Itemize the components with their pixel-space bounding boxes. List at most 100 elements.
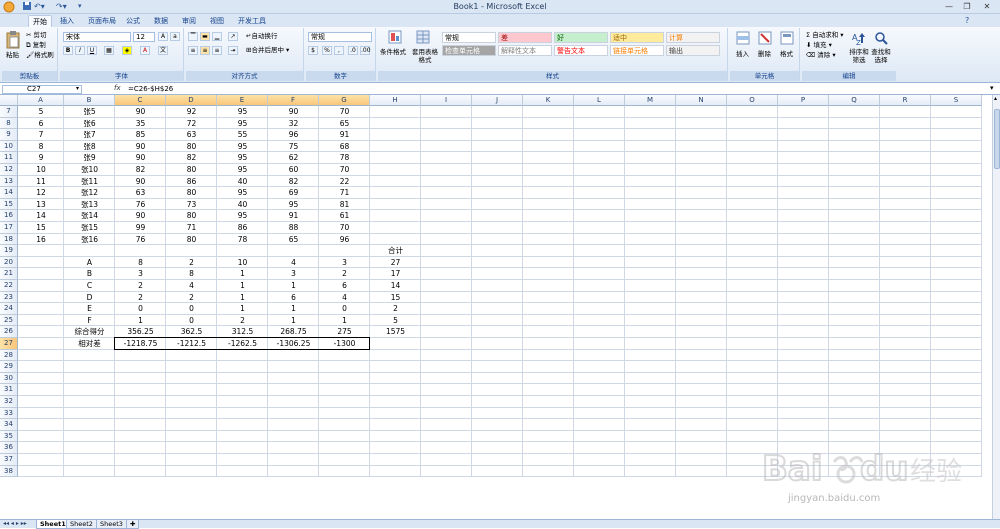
cell-E18[interactable]: 78	[217, 234, 268, 246]
cell-B12[interactable]: 张10	[64, 164, 115, 176]
cell-C8[interactable]: 35	[115, 118, 166, 130]
cell-G24[interactable]: 0	[319, 303, 370, 315]
fill-color-icon[interactable]: ◈	[122, 46, 132, 55]
row-header-16[interactable]: 16	[0, 210, 18, 222]
cell-B27[interactable]: 相对差	[64, 338, 115, 350]
cell-A8[interactable]: 6	[18, 118, 64, 130]
cell-F11[interactable]: 62	[268, 152, 319, 164]
column-header-M[interactable]: M	[625, 95, 676, 106]
cell-E15[interactable]: 40	[217, 199, 268, 211]
cell-F15[interactable]: 95	[268, 199, 319, 211]
cell-C11[interactable]: 90	[115, 152, 166, 164]
select-all-corner[interactable]	[0, 95, 18, 106]
cell-B26[interactable]: 综合得分	[64, 326, 115, 338]
increase-decimal-icon[interactable]: .0	[348, 46, 358, 55]
row-header-18[interactable]: 18	[0, 233, 18, 246]
cell-H22[interactable]: 14	[370, 280, 421, 292]
conditional-format-icon[interactable]	[388, 30, 402, 44]
align-right-icon[interactable]: ≡	[212, 46, 222, 55]
cell-A12[interactable]: 10	[18, 164, 64, 176]
cell-G7[interactable]: 70	[319, 106, 370, 118]
cell-D7[interactable]: 92	[166, 106, 217, 118]
align-center-icon[interactable]: ≡	[200, 46, 210, 55]
cell-C21[interactable]: 3	[115, 268, 166, 280]
column-header-L[interactable]: L	[574, 95, 625, 106]
cell-A10[interactable]: 8	[18, 141, 64, 153]
row-header-27[interactable]: 27	[0, 338, 18, 350]
cell-B13[interactable]: 张11	[64, 176, 115, 188]
row-header-19[interactable]: 19	[0, 245, 18, 257]
cell-G12[interactable]: 70	[319, 164, 370, 176]
row-header-8[interactable]: 8	[0, 117, 18, 130]
cell-F14[interactable]: 69	[268, 187, 319, 199]
row-header-36[interactable]: 36	[0, 442, 18, 454]
cell-B9[interactable]: 张7	[64, 129, 115, 141]
paste-icon[interactable]	[6, 31, 20, 49]
cell-C15[interactable]: 76	[115, 199, 166, 211]
row-header-23[interactable]: 23	[0, 291, 18, 304]
find-select-button[interactable]: 查找和选择	[870, 48, 892, 64]
cell-E12[interactable]: 95	[217, 164, 268, 176]
autosum-button[interactable]: Σ 自动求和 ▾	[806, 31, 844, 39]
bold-icon[interactable]: B	[63, 46, 73, 55]
row-header-38[interactable]: 38	[0, 465, 18, 478]
cell-B14[interactable]: 张12	[64, 187, 115, 199]
cell-style-8[interactable]: 链接单元格	[610, 45, 664, 56]
cell-E11[interactable]: 95	[217, 152, 268, 164]
cell-D14[interactable]: 80	[166, 187, 217, 199]
cell-B20[interactable]: A	[64, 257, 115, 269]
cell-G9[interactable]: 91	[319, 129, 370, 141]
cell-F22[interactable]: 1	[268, 280, 319, 292]
cell-C9[interactable]: 85	[115, 129, 166, 141]
row-header-29[interactable]: 29	[0, 361, 18, 373]
tab-insert[interactable]: 插入	[56, 15, 78, 27]
paste-button[interactable]: 粘贴	[6, 51, 19, 59]
cell-E21[interactable]: 1	[217, 268, 268, 280]
format-painter-button[interactable]: 🖌格式刷	[26, 51, 54, 59]
insert-function-icon[interactable]: fx	[114, 84, 121, 92]
cell-E14[interactable]: 95	[217, 187, 268, 199]
cell-G13[interactable]: 22	[319, 176, 370, 188]
cell-F25[interactable]: 1	[268, 315, 319, 327]
cell-B24[interactable]: E	[64, 303, 115, 315]
wrap-text-button[interactable]: ↵自动换行	[246, 32, 277, 40]
cell-D10[interactable]: 80	[166, 141, 217, 153]
font-name-select[interactable]: 宋体	[63, 32, 131, 42]
find-select-icon[interactable]	[874, 31, 888, 45]
cell-B16[interactable]: 张14	[64, 210, 115, 222]
cell-E24[interactable]: 1	[217, 303, 268, 315]
underline-icon[interactable]: U	[87, 46, 97, 55]
align-middle-icon[interactable]: ▬	[200, 32, 210, 41]
tab-home[interactable]: 开始	[28, 15, 52, 27]
row-header-22[interactable]: 22	[0, 280, 18, 292]
help-icon[interactable]: ?	[965, 16, 969, 25]
number-format-select[interactable]: 常规	[308, 32, 372, 42]
cell-H20[interactable]: 27	[370, 257, 421, 269]
column-header-J[interactable]: J	[472, 95, 523, 106]
clear-button[interactable]: ⌫ 清除 ▾	[806, 51, 836, 59]
cell-F23[interactable]: 6	[268, 292, 319, 304]
row-header-37[interactable]: 37	[0, 454, 18, 466]
comma-icon[interactable]: ,	[334, 46, 344, 55]
cell-C7[interactable]: 90	[115, 106, 166, 118]
cell-C14[interactable]: 63	[115, 187, 166, 199]
cell-G22[interactable]: 6	[319, 280, 370, 292]
close-icon[interactable]: ✕	[978, 1, 996, 12]
cell-H25[interactable]: 5	[370, 315, 421, 327]
cell-G25[interactable]: 1	[319, 315, 370, 327]
align-top-icon[interactable]: ▔	[188, 32, 198, 41]
cell-C22[interactable]: 2	[115, 280, 166, 292]
table-format-button[interactable]: 套用表格格式	[410, 48, 440, 64]
cell-E25[interactable]: 2	[217, 315, 268, 327]
row-header-10[interactable]: 10	[0, 140, 18, 153]
name-box[interactable]: C27	[2, 85, 82, 94]
insert-cells-button[interactable]: 插入	[736, 50, 749, 58]
vertical-scrollbar[interactable]: ▴	[992, 95, 1000, 519]
currency-icon[interactable]: $	[308, 46, 318, 55]
column-header-B[interactable]: B	[64, 95, 115, 106]
row-header-31[interactable]: 31	[0, 384, 18, 396]
cell-F24[interactable]: 1	[268, 303, 319, 315]
cell-D9[interactable]: 63	[166, 129, 217, 141]
align-bottom-icon[interactable]: ▁	[212, 32, 222, 41]
cell-D23[interactable]: 2	[166, 292, 217, 304]
